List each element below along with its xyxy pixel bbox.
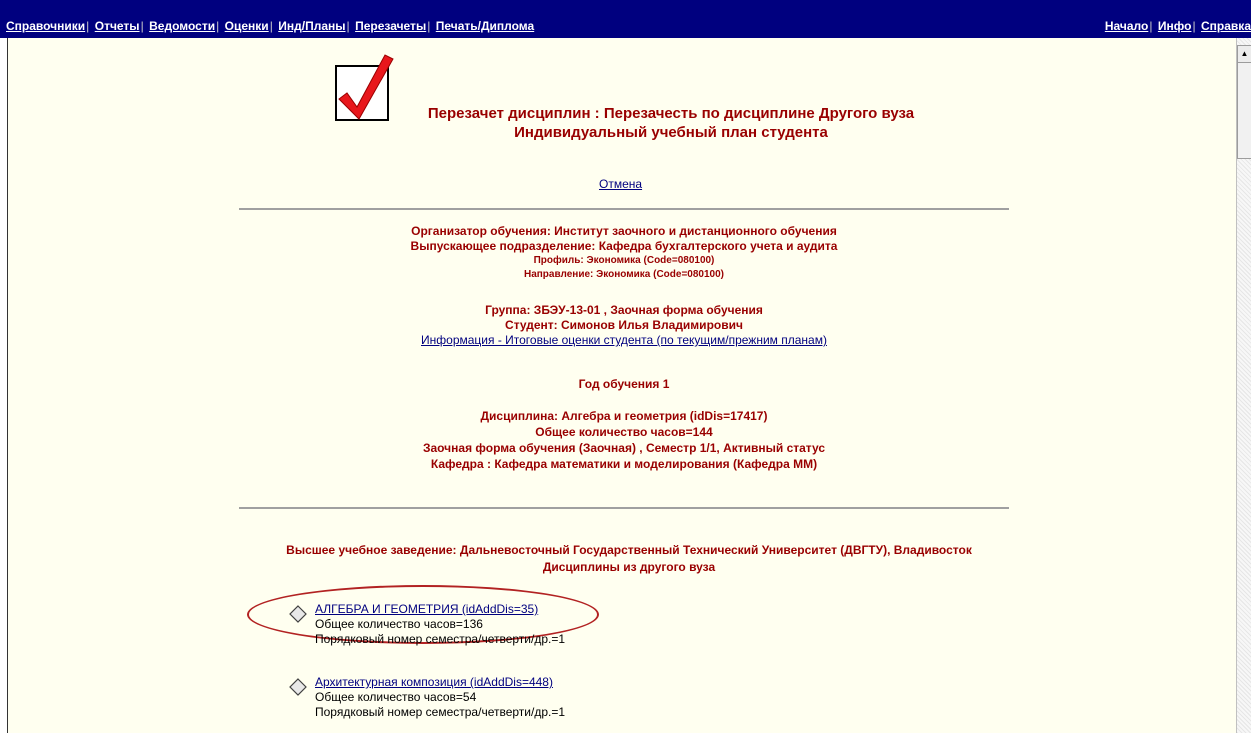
organizer-info: Организатор обучения: Институт заочного … [239, 224, 1009, 282]
menu-separator: | [1149, 19, 1153, 33]
scroll-up-arrow-icon[interactable]: ▲ [1237, 45, 1251, 63]
menu-print-diploma[interactable]: Печать/Диплома [436, 19, 534, 33]
menu-separator: | [1192, 19, 1196, 33]
discipline-name: Дисциплина: Алгебра и геометрия (idDis=1… [480, 409, 768, 423]
menu-individual-plans[interactable]: Инд/Планы [278, 19, 345, 33]
cancel-link[interactable]: Отмена [599, 177, 642, 191]
menu-reports[interactable]: Отчеты [95, 19, 140, 33]
scroll-thumb[interactable] [1237, 62, 1251, 159]
menu-separator: | [140, 19, 144, 33]
other-discipline-link[interactable]: АЛГЕБРА И ГЕОМЕТРИЯ (idAddDis=35) [315, 602, 538, 616]
divider [239, 208, 1009, 210]
menu-credit-transfers[interactable]: Перезачеты [355, 19, 426, 33]
student-info: Группа: ЗБЭУ-13-01 , Заочная форма обуче… [239, 303, 1009, 348]
student-grades-link[interactable]: Информация - Итоговые оценки студента (п… [239, 333, 1009, 348]
page-title-line1: Перезачет дисциплин : Перезачесть по дис… [427, 105, 915, 122]
menu-help[interactable]: Справка [1201, 19, 1251, 33]
organizer-line: Организатор обучения: Институт заочного … [411, 224, 837, 238]
page-title: Перезачет дисциплин : Перезачесть по дис… [246, 105, 1096, 141]
list-item: Архитектурная композиция (idAddDis=448) … [289, 675, 565, 720]
other-discipline-order: Порядковый номер семестра/четверти/др.=1 [315, 705, 566, 719]
menu-grades[interactable]: Оценки [225, 19, 269, 33]
diamond-icon [289, 678, 307, 696]
other-discipline-link[interactable]: Архитектурная композиция (idAddDis=448) [315, 675, 553, 689]
menu-separator: | [269, 19, 273, 33]
profile-line: Профиль: Экономика (Code=080100) [533, 255, 715, 266]
direction-line: Направление: Экономика (Code=080100) [523, 269, 725, 280]
discipline-info: Дисциплина: Алгебра и геометрия (idDis=1… [239, 408, 1009, 472]
main-menu: Справочники| Отчеты| Ведомости| Оценки| … [6, 17, 534, 35]
diamond-icon [289, 605, 307, 623]
menu-separator: | [216, 19, 220, 33]
other-discipline-hours: Общее количество часов=54 [315, 690, 477, 704]
menu-separator: | [346, 19, 350, 33]
study-year: Год обучения 1 [578, 377, 670, 391]
student-name-line: Студент: Симонов Илья Владимирович [505, 318, 743, 332]
menu-info[interactable]: Инфо [1158, 19, 1192, 33]
graduating-department-line: Выпускающее подразделение: Кафедра бухга… [410, 239, 838, 253]
discipline-department: Кафедра : Кафедра математики и моделиров… [430, 457, 818, 471]
university-info: Высшее учебное заведение: Дальневосточны… [239, 542, 1019, 576]
university-name: Высшее учебное заведение: Дальневосточны… [286, 543, 972, 557]
page-title-line2: Индивидуальный учебный план студента [514, 124, 828, 141]
menu-statements[interactable]: Ведомости [149, 19, 215, 33]
other-disciplines-heading: Дисциплины из другого вуза [542, 560, 716, 574]
discipline-hours: Общее количество часов=144 [535, 425, 713, 439]
menu-separator: | [86, 19, 90, 33]
vertical-scrollbar[interactable]: ▲ [1236, 38, 1251, 733]
secondary-menu: Начало| Инфо| Справка [1105, 17, 1251, 35]
discipline-form: Заочная форма обучения (Заочная) , Семес… [422, 441, 826, 455]
group-line: Группа: ЗБЭУ-13-01 , Заочная форма обуче… [485, 303, 763, 317]
menu-separator: | [427, 19, 431, 33]
menu-reference-books[interactable]: Справочники [6, 19, 85, 33]
other-discipline-order: Порядковый номер семестра/четверти/др.=1 [315, 632, 566, 646]
list-item: АЛГЕБРА И ГЕОМЕТРИЯ (idAddDis=35) Общее … [289, 602, 565, 647]
divider [239, 507, 1009, 509]
menu-home[interactable]: Начало [1105, 19, 1148, 33]
top-navigation-bar: Справочники| Отчеты| Ведомости| Оценки| … [0, 0, 1251, 38]
other-discipline-hours: Общее количество часов=136 [315, 617, 483, 631]
page-content: Перезачет дисциплин : Перезачесть по дис… [7, 38, 1237, 733]
